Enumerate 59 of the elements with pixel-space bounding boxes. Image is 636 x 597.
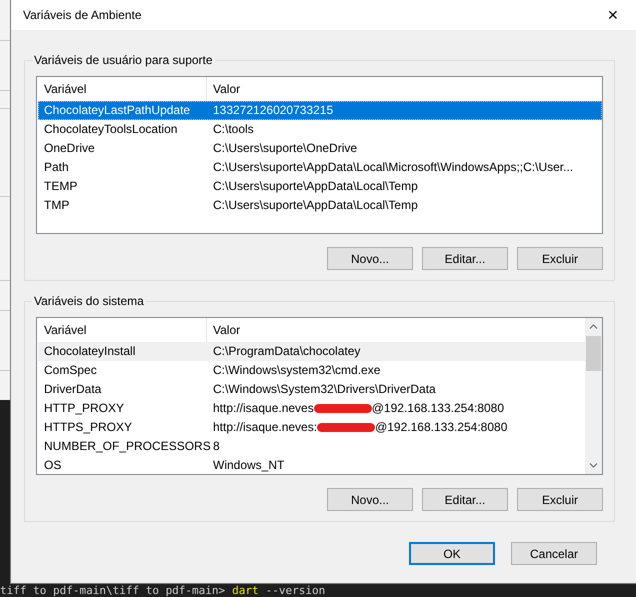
scroll-thumb[interactable] [586, 336, 601, 371]
action-button[interactable]: Excluir [517, 247, 603, 270]
table-cell-text: OS [43, 457, 62, 474]
column-header[interactable]: Valor [207, 318, 585, 342]
table-cell-text: TEMP [43, 178, 78, 195]
action-button[interactable]: Editar... [422, 488, 508, 511]
list-row[interactable]: HTTPS_PROXY http://isaque.neves: @192.168.133.254:8080 [38, 418, 585, 437]
table-cell-text: ChocolateyLastPathUpdate [43, 102, 192, 119]
close-button[interactable]: ✕ [590, 0, 636, 30]
table-cell-text: C:\Users\suporte\AppData\Local\Temp [212, 197, 419, 214]
list-row[interactable]: DriverData C:\Windows\System32\Drivers\DriverData [38, 380, 585, 399]
action-button[interactable]: Novo... [327, 247, 413, 270]
dialog-button[interactable]: Cancelar [511, 542, 597, 565]
table-cell: @192.168.133.254:8080 [372, 401, 504, 415]
list-row[interactable]: ComSpec C:\Windows\system32\cmd.exe [38, 361, 585, 380]
dialog-button[interactable]: OK [409, 542, 495, 565]
terminal-argument: --version [266, 584, 326, 597]
table-cell-text: C:\Users\suporte\OneDrive [212, 140, 358, 157]
table-cell-text: C:\Users\suporte\AppData\Local\Microsoft\WindowsApps;;C:\User... [212, 159, 574, 176]
table-cell: http://isaque.neves: [213, 420, 318, 434]
table-cell-text: DriverData [43, 381, 102, 398]
list-row[interactable]: OneDrive C:\Users\suporte\OneDrive [38, 139, 602, 158]
table-cell-text: C:\Windows\system32\cmd.exe [212, 362, 382, 379]
list-row[interactable]: Path C:\Users\suporte\AppData\Local\Microsoft\WindowsApps;;C:\User... [38, 158, 602, 177]
table-cell: http://isaque.neves [213, 401, 314, 415]
terminal-command: dart [232, 584, 259, 597]
list-row[interactable]: TEMP C:\Users\suporte\AppData\Local\Temp [38, 177, 602, 196]
table-cell-text: ComSpec [43, 362, 98, 379]
scrollbar[interactable] [585, 318, 602, 474]
table-cell-text: HTTP_PROXY [43, 400, 126, 417]
action-button[interactable]: Novo... [327, 488, 413, 511]
table-cell-text: OneDrive [43, 140, 96, 157]
table-cell-text: TMP [43, 197, 70, 214]
list-row[interactable]: ChocolateyToolsLocation C:\tools [38, 120, 602, 139]
group-title: Variáveis de usuário para suporte [32, 53, 215, 67]
group-title: Variáveis do sistema [32, 294, 146, 308]
table-cell-text: C:\Windows\System32\Drivers\DriverData [212, 381, 437, 398]
list-row[interactable]: OS Windows_NT [38, 456, 585, 474]
table-cell-text: HTTPS_PROXY [43, 419, 134, 436]
table-cell-text: 8 [212, 438, 221, 455]
column-header[interactable]: Valor [207, 77, 602, 101]
action-button[interactable]: Excluir [517, 488, 603, 511]
terminal-prompt: tiff to pdf-main\tiff to pdf-main> [0, 584, 226, 597]
action-button[interactable]: Editar... [422, 247, 508, 270]
table-cell-text: C:\ProgramData\chocolatey [212, 343, 362, 360]
list-row[interactable]: NUMBER_OF_PROCESSORS 8 [38, 437, 585, 456]
table-cell-text: ChocolateyToolsLocation [43, 121, 178, 138]
list-row[interactable]: ChocolateyLastPathUpdate 133272126020733215 [38, 101, 602, 120]
table-cell-text: Windows_NT [212, 457, 286, 474]
list-row[interactable]: HTTP_PROXY http://isaque.neves @192.168.133.254:8080 [38, 399, 585, 418]
list-row[interactable]: TMP C:\Users\suporte\AppData\Local\Temp [38, 196, 602, 215]
table-cell-text: ChocolateyInstall [43, 343, 136, 360]
table-cell: @192.168.133.254:8080 [375, 420, 508, 434]
table-cell-text: Path [43, 159, 70, 176]
table-cell-text: 133272126020733215 [212, 102, 334, 119]
table-cell-text: C:\tools [212, 121, 255, 138]
table-cell-text: C:\Users\suporte\AppData\Local\Temp [212, 178, 419, 195]
window-title: Variáveis de Ambiente [22, 8, 142, 22]
list-row[interactable]: ChocolateyInstall C:\ProgramData\chocolatey [38, 342, 585, 361]
